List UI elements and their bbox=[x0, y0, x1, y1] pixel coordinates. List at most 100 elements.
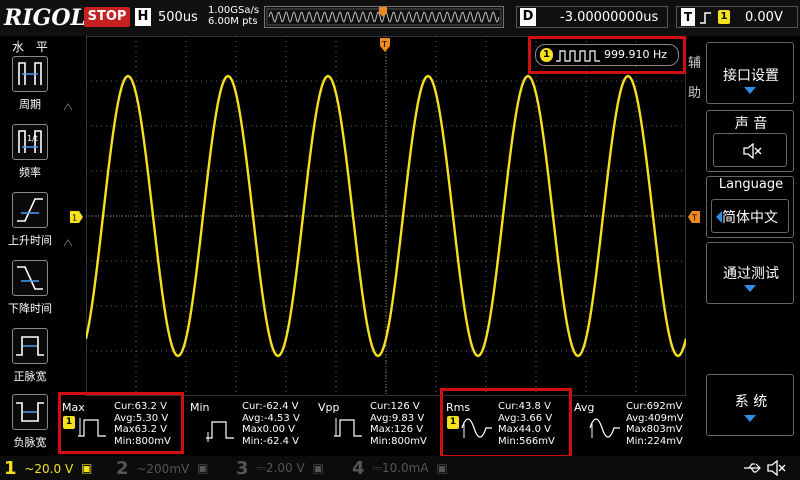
svg-text:1/t: 1/t bbox=[27, 134, 38, 143]
channel-scale: ~200mV bbox=[136, 461, 190, 476]
bandwidth-limit-icon: ▣ bbox=[312, 461, 324, 475]
channel-number: 1 bbox=[4, 458, 17, 479]
channel-scale: ⎓10.0mA bbox=[372, 461, 429, 475]
measurement-vpp[interactable]: Vpp Cur:126 V Avg:9.83 V Max:126 V Min:8… bbox=[316, 398, 442, 452]
measurement-name: Min bbox=[190, 401, 210, 414]
vpp-icon bbox=[334, 418, 362, 437]
fall-time-icon bbox=[17, 266, 43, 290]
language-value: 简体中文 bbox=[722, 210, 778, 226]
bandwidth-limit-icon: ▣ bbox=[436, 461, 448, 475]
speaker-muted-icon bbox=[767, 460, 786, 476]
trigger-position-marker[interactable]: T bbox=[380, 38, 392, 54]
channel-number: 3 bbox=[236, 458, 249, 479]
speaker-muted-icon bbox=[743, 143, 762, 159]
pass-fail-label: 通过测试 bbox=[723, 266, 779, 282]
submenu-arrow-icon bbox=[744, 415, 756, 422]
language-field: 简体中文 bbox=[711, 199, 789, 233]
waveform-display[interactable] bbox=[86, 36, 686, 396]
square-wave-icon bbox=[556, 50, 600, 62]
svg-text:T: T bbox=[381, 40, 387, 49]
measurement-stats: Cur:126 V Avg:9.83 V Max:126 V Min:800mV bbox=[370, 401, 427, 447]
freq-channel-badge: 1 bbox=[540, 48, 553, 62]
frequency-button[interactable]: 1/t bbox=[12, 124, 48, 160]
rise-time-button[interactable] bbox=[12, 192, 48, 228]
left-measure-menu: 水 平 周期 1/t 频率 上升时间 下降时间 正脉宽 负脉宽 bbox=[0, 36, 60, 456]
memory-waveform-icon bbox=[266, 7, 502, 26]
measurement-stats: Cur:-62.4 V Avg:-4.53 V Max0.00 V Min:-6… bbox=[242, 401, 300, 447]
sound-title: 声 音 bbox=[734, 116, 768, 132]
positive-width-icon bbox=[16, 336, 44, 356]
system-button[interactable]: 系 统 bbox=[706, 374, 794, 436]
interface-settings-button[interactable]: 接口设置 bbox=[706, 42, 794, 104]
ch1-offset-marker[interactable]: 1 bbox=[70, 211, 84, 223]
top-status-bar: RIGOL STOP H 500us 1.00GSa/s 6.00M pts D… bbox=[0, 0, 800, 36]
submenu-arrow-icon bbox=[744, 285, 756, 292]
channel-2-status[interactable]: 2 ~200mV ▣ bbox=[116, 458, 208, 479]
min-value-icon bbox=[206, 421, 234, 442]
delay-badge: D bbox=[520, 8, 536, 26]
channel-1-status[interactable]: 1 ~20.0 V ▣ bbox=[4, 458, 92, 479]
measurement-name: Vpp bbox=[318, 401, 340, 414]
frequency-value: 999.910 Hz bbox=[604, 48, 668, 61]
language-title: Language bbox=[718, 177, 784, 192]
avg-sine-icon bbox=[589, 418, 620, 438]
fall-time-button[interactable] bbox=[12, 260, 48, 296]
channel-4-status[interactable]: 4 ⎓10.0mA ▣ bbox=[352, 458, 448, 479]
period-icon bbox=[18, 62, 42, 85]
frequency-label: 频率 bbox=[19, 166, 41, 179]
memory-overview-bar[interactable] bbox=[264, 6, 504, 28]
negative-width-label: 负脉宽 bbox=[13, 436, 47, 449]
interface-label: 接口设置 bbox=[723, 68, 779, 84]
channel-scale: ⎓2.00 V bbox=[256, 461, 305, 475]
frequency-readout[interactable]: 1 999.910 Hz bbox=[535, 44, 679, 66]
sample-rate: 1.00GSa/s bbox=[208, 5, 260, 16]
measurement-avg[interactable]: Avg Cur:692mV Avg:409mV Max803mV Min:224… bbox=[572, 398, 698, 452]
fall-time-label: 下降时间 bbox=[8, 302, 52, 315]
submenu-arrow-icon bbox=[744, 87, 756, 94]
sound-field bbox=[713, 133, 787, 167]
rise-time-icon bbox=[17, 198, 43, 222]
channel-scale: ~20.0 V bbox=[24, 461, 74, 476]
right-utility-menu: 接口设置 声 音 Language 简体中文 通过测试 系 统 bbox=[700, 36, 800, 456]
measurement-min[interactable]: Min Cur:-62.4 V Avg:-4.53 V Max0.00 V Mi… bbox=[188, 398, 314, 452]
run-stop-status[interactable]: STOP bbox=[84, 7, 130, 27]
trigger-badge: T bbox=[681, 8, 695, 26]
period-label: 周期 bbox=[19, 98, 41, 111]
svg-text:T: T bbox=[691, 214, 697, 223]
period-button[interactable] bbox=[12, 56, 48, 92]
trigger-level: 0.00V bbox=[745, 10, 783, 25]
channel-3-status[interactable]: 3 ⎓2.00 V ▣ bbox=[236, 458, 324, 479]
bandwidth-limit-icon: ▣ bbox=[197, 461, 209, 475]
channel-number: 4 bbox=[352, 458, 365, 479]
negative-width-icon bbox=[16, 402, 44, 422]
language-button[interactable]: Language 简体中文 bbox=[706, 176, 794, 238]
highlight-max bbox=[58, 392, 184, 454]
channel-number: 2 bbox=[116, 458, 129, 479]
sound-button[interactable]: 声 音 bbox=[706, 110, 794, 172]
trigger-channel-badge: 1 bbox=[718, 10, 730, 24]
pass-fail-button[interactable]: 通过测试 bbox=[706, 242, 794, 304]
highlight-rms bbox=[440, 388, 572, 458]
rise-time-label: 上升时间 bbox=[8, 234, 52, 247]
measurement-name: Avg bbox=[574, 401, 595, 414]
measurement-stats: Cur:692mV Avg:409mV Max803mV Min:224mV bbox=[626, 401, 684, 447]
usb-icon bbox=[744, 463, 761, 473]
horizontal-badge: H bbox=[135, 8, 151, 26]
rising-edge-icon bbox=[700, 12, 711, 24]
memory-depth: 6.00M pts bbox=[208, 16, 258, 27]
channel-status-bar: 1 ~20.0 V ▣ 2 ~200mV ▣ 3 ⎓2.00 V ▣ 4 ⎓10… bbox=[0, 456, 800, 480]
left-menu-scroll-hints bbox=[63, 103, 73, 247]
menu-title: 水 平 bbox=[12, 40, 52, 54]
frequency-icon: 1/t bbox=[18, 130, 42, 153]
system-label: 系 统 bbox=[734, 394, 768, 410]
frequency-readout-highlight: 1 999.910 Hz bbox=[528, 36, 686, 74]
svg-text:1: 1 bbox=[72, 214, 77, 223]
sample-info: 1.00GSa/s 6.00M pts bbox=[208, 5, 259, 27]
timebase-value[interactable]: 500us bbox=[158, 10, 198, 25]
rigol-logo: RIGOL bbox=[4, 5, 86, 31]
trigger-level-marker[interactable]: T bbox=[688, 211, 700, 223]
negative-width-button[interactable] bbox=[12, 394, 48, 430]
bandwidth-limit-icon: ▣ bbox=[80, 461, 93, 475]
delay-value: -3.00000000us bbox=[560, 10, 659, 25]
positive-width-button[interactable] bbox=[12, 328, 48, 364]
